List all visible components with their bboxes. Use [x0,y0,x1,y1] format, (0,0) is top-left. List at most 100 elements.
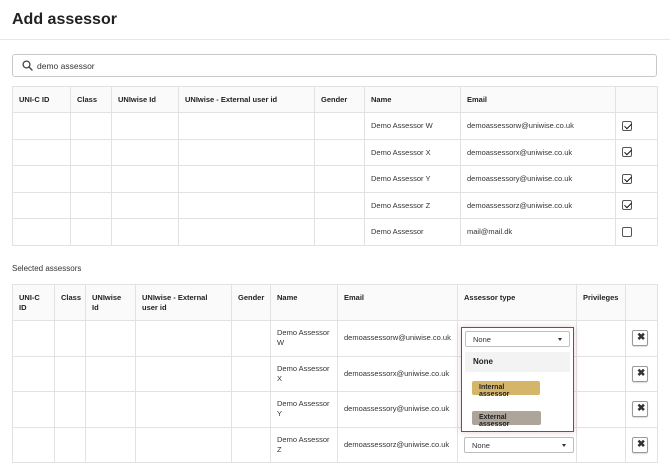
cell-external-id [178,165,315,193]
cell-email: demoassessorx@uniwise.co.uk [337,355,458,392]
cell-name: Demo Assessor W [270,320,338,357]
column-header[interactable]: Email [460,86,616,113]
assessor-type-select[interactable]: None [465,331,570,347]
cell-uni-c-id [12,218,71,246]
menu-item-none[interactable]: None [465,352,570,372]
cell-select [615,191,658,219]
cell-remove: ✖ [625,391,658,428]
cell-email: demoassessorw@uniwise.co.uk [337,320,458,357]
cell-class [70,112,112,140]
row-checkbox[interactable] [622,200,632,211]
remove-button[interactable]: ✖ [632,330,648,347]
column-header[interactable]: Class [70,86,112,113]
remove-button[interactable]: ✖ [632,401,648,418]
cell-uniwise-id [111,112,179,140]
cell-remove: ✖ [625,320,658,357]
close-icon: ✖ [637,367,646,379]
row-checkbox[interactable] [622,226,632,237]
remove-button[interactable]: ✖ [632,365,648,382]
cell-name: Demo Assessor X [364,138,461,166]
cell-remove: ✖ [625,355,658,392]
column-header[interactable]: UNI-C ID [12,86,71,113]
cell-name: Demo Assessor Z [270,426,338,463]
cell-class [70,165,112,193]
chevron-down-icon [562,443,566,447]
remove-button[interactable]: ✖ [632,436,648,453]
column-header[interactable]: UNIwise Id [111,86,179,113]
table-row[interactable]: Demo Assessor Z demoassessorz@uniwise.co… [12,191,658,219]
cell-select [615,165,658,193]
search-field[interactable] [12,54,657,77]
cell-remove: ✖ [625,426,658,463]
cell-email: demoassessorz@uniwise.co.uk [460,191,616,219]
cell-privileges [576,355,626,392]
cell-class [70,138,112,166]
row-checkbox[interactable] [622,120,632,131]
column-header[interactable]: Gender [314,86,365,113]
page-header: Add assessor [0,0,670,40]
cell-external-id [178,218,315,246]
table-row[interactable]: Demo Assessor X demoassessorx@uniwise.co… [12,138,658,166]
table-row: Demo Assessor Z demoassessorz@uniwise.co… [12,426,658,463]
column-header[interactable]: UNIwise - External user id [178,86,315,113]
cell-gender [314,165,365,193]
cell-email: demoassessory@uniwise.co.uk [337,391,458,428]
selected-assessors-label: Selected assessors [12,264,82,273]
column-header[interactable]: Name [270,284,338,321]
cell-class [70,191,112,219]
close-icon: ✖ [637,332,646,344]
cell-gender [314,191,365,219]
cell-name: Demo Assessor X [270,355,338,392]
cell-external-id [178,191,315,219]
column-header-select [615,86,658,113]
chevron-down-icon [558,338,562,341]
cell-uniwise-id [111,191,179,219]
column-header[interactable]: Class [54,284,86,321]
search-input[interactable] [37,57,637,74]
menu-item-external-assessor[interactable]: External assessor [472,411,541,428]
cell-privileges [576,391,626,428]
cell-email: demoassessorz@uniwise.co.uk [337,426,458,463]
table-header-row: UNI-C ID Class UNIwise Id UNIwise - Exte… [12,86,658,113]
cell-external-id [178,112,315,140]
column-header[interactable]: Gender [231,284,271,321]
column-header[interactable]: Assessor type [457,284,577,321]
column-header[interactable]: Name [364,86,461,113]
cell-name: Demo Assessor Z [364,191,461,219]
cell-uni-c-id [12,165,71,193]
column-header[interactable]: Email [337,284,458,321]
cell-uni-c-id [12,112,71,140]
column-header[interactable]: UNIwise - External user id [135,284,232,321]
cell-privileges [576,426,626,463]
menu-item-internal-assessor[interactable]: Internal assessor [472,381,540,398]
cell-select [615,138,658,166]
table-row[interactable]: Demo Assessor mail@mail.dk [12,218,658,246]
cell-name: Demo Assessor W [364,112,461,140]
search-results-table: UNI-C ID Class UNIwise Id UNIwise - Exte… [12,86,658,246]
cell-select [615,218,658,246]
column-header[interactable]: UNI-C ID [12,284,55,321]
close-icon: ✖ [637,438,646,450]
close-icon: ✖ [637,403,646,415]
table-row[interactable]: Demo Assessor Y demoassessory@uniwise.co… [12,165,658,193]
cell-external-id [178,138,315,166]
cell-uni-c-id [12,191,71,219]
row-checkbox[interactable] [622,147,632,158]
cell-gender [314,112,365,140]
column-header-remove [625,284,658,321]
cell-name: Demo Assessor Y [270,391,338,428]
column-header[interactable]: UNIwise Id [85,284,136,321]
cell-uniwise-id [111,165,179,193]
cell-select [615,112,658,140]
page-title: Add assessor [12,11,117,28]
row-checkbox[interactable] [622,173,632,184]
cell-assessor-type: None [457,426,577,463]
cell-name: Demo Assessor [364,218,461,246]
cell-uniwise-id [111,138,179,166]
assessor-type-select[interactable]: None [464,436,574,453]
table-row[interactable]: Demo Assessor W demoassessorw@uniwise.co… [12,112,658,140]
column-header[interactable]: Privileges [576,284,626,321]
assessor-type-value: None [472,440,490,450]
cell-uni-c-id [12,138,71,166]
cell-email: demoassessory@uniwise.co.uk [460,165,616,193]
